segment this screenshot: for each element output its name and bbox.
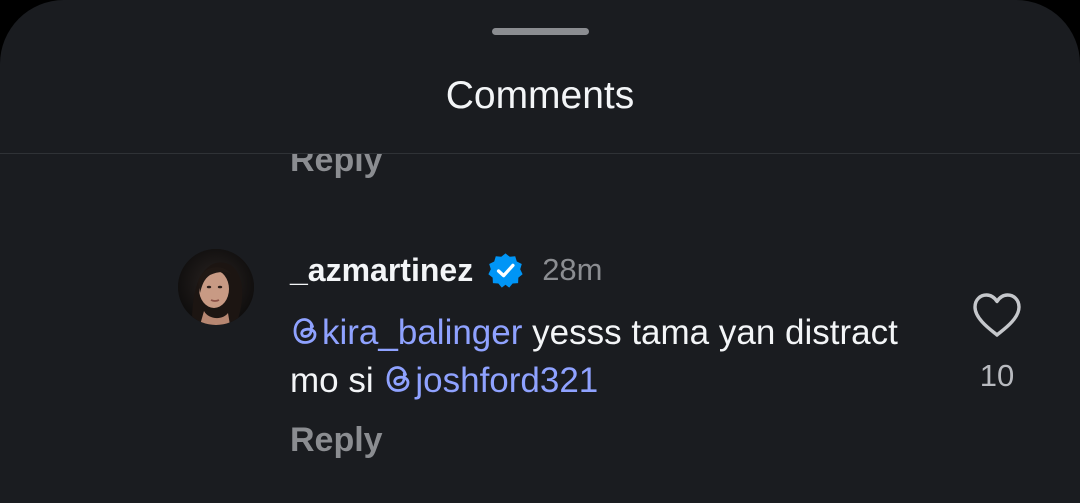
drag-handle[interactable] bbox=[492, 28, 589, 35]
heart-outline-icon[interactable] bbox=[972, 292, 1022, 338]
verified-badge-shape bbox=[488, 252, 523, 288]
previous-reply-button[interactable]: Reply bbox=[290, 154, 383, 180]
like-count: 10 bbox=[979, 358, 1015, 393]
mention-link[interactable]: joshford321 bbox=[383, 361, 598, 400]
sheet-title: Comments bbox=[445, 74, 635, 117]
mention-link[interactable]: kira_balinger bbox=[290, 313, 522, 352]
threads-mention-icon bbox=[386, 366, 410, 392]
avatar-photo-icon bbox=[178, 249, 254, 325]
threads-mention-icon bbox=[293, 318, 317, 344]
comment-timestamp: 28m bbox=[542, 252, 603, 287]
comment-text: kira_balinger yesss tama yan distract mo… bbox=[290, 309, 930, 405]
comments-sheet: Comments Reply _azmartinez 28m kira_bali… bbox=[0, 0, 1080, 503]
verified-badge-icon bbox=[488, 252, 523, 288]
comment-header: _azmartinez 28m bbox=[290, 250, 603, 290]
reply-button[interactable]: Reply bbox=[290, 418, 383, 462]
username[interactable]: _azmartinez bbox=[290, 250, 473, 290]
previous-comment-clip: Reply bbox=[0, 154, 1080, 194]
avatar[interactable] bbox=[178, 249, 254, 325]
